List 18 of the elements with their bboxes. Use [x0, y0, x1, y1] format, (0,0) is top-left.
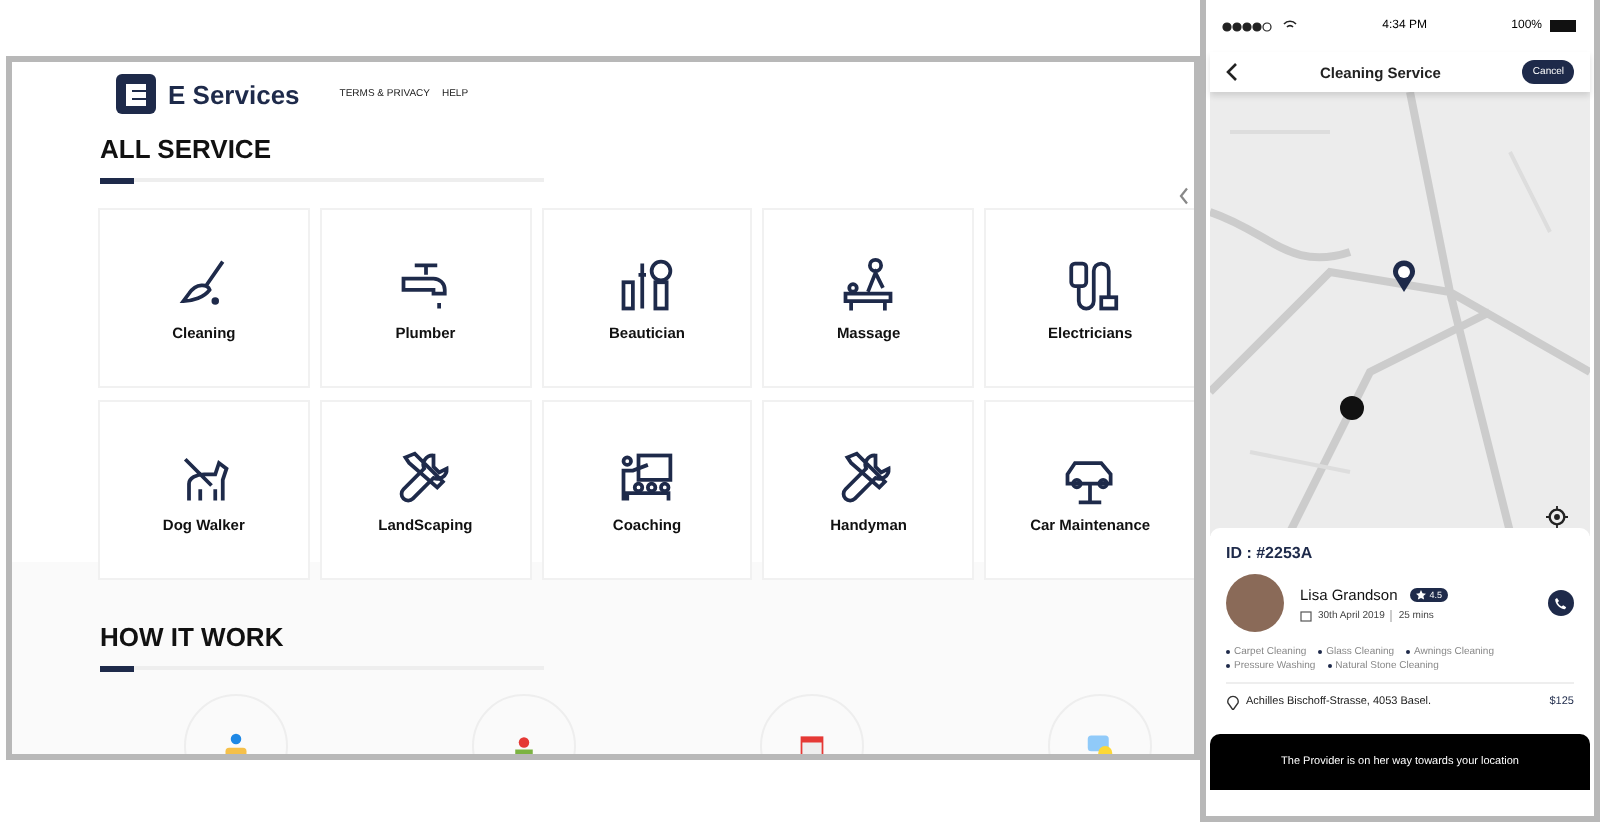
location-icon: [1226, 694, 1240, 710]
cosmetics-icon: [616, 255, 677, 315]
booking-id: ID : #2253A: [1226, 544, 1315, 562]
locate-icon[interactable]: [1546, 506, 1568, 528]
avatar-placeholder: [1226, 574, 1284, 632]
star-icon: [1415, 589, 1426, 599]
wifi-icon: [1282, 20, 1298, 32]
chevron-left-icon[interactable]: [1178, 186, 1190, 206]
phone-call-icon[interactable]: [1548, 590, 1574, 616]
signal-icon: [1222, 21, 1274, 31]
section-title: HOW IT WORK: [100, 622, 284, 652]
brand-name: E Services: [168, 79, 300, 109]
calendar-icon: [1300, 609, 1312, 621]
location-dot-icon: [1340, 396, 1364, 420]
battery-icon: [1550, 20, 1578, 32]
section-title: ALL SERVICE: [100, 134, 271, 164]
logo-icon: [116, 74, 156, 114]
back-icon[interactable]: [1226, 62, 1238, 82]
